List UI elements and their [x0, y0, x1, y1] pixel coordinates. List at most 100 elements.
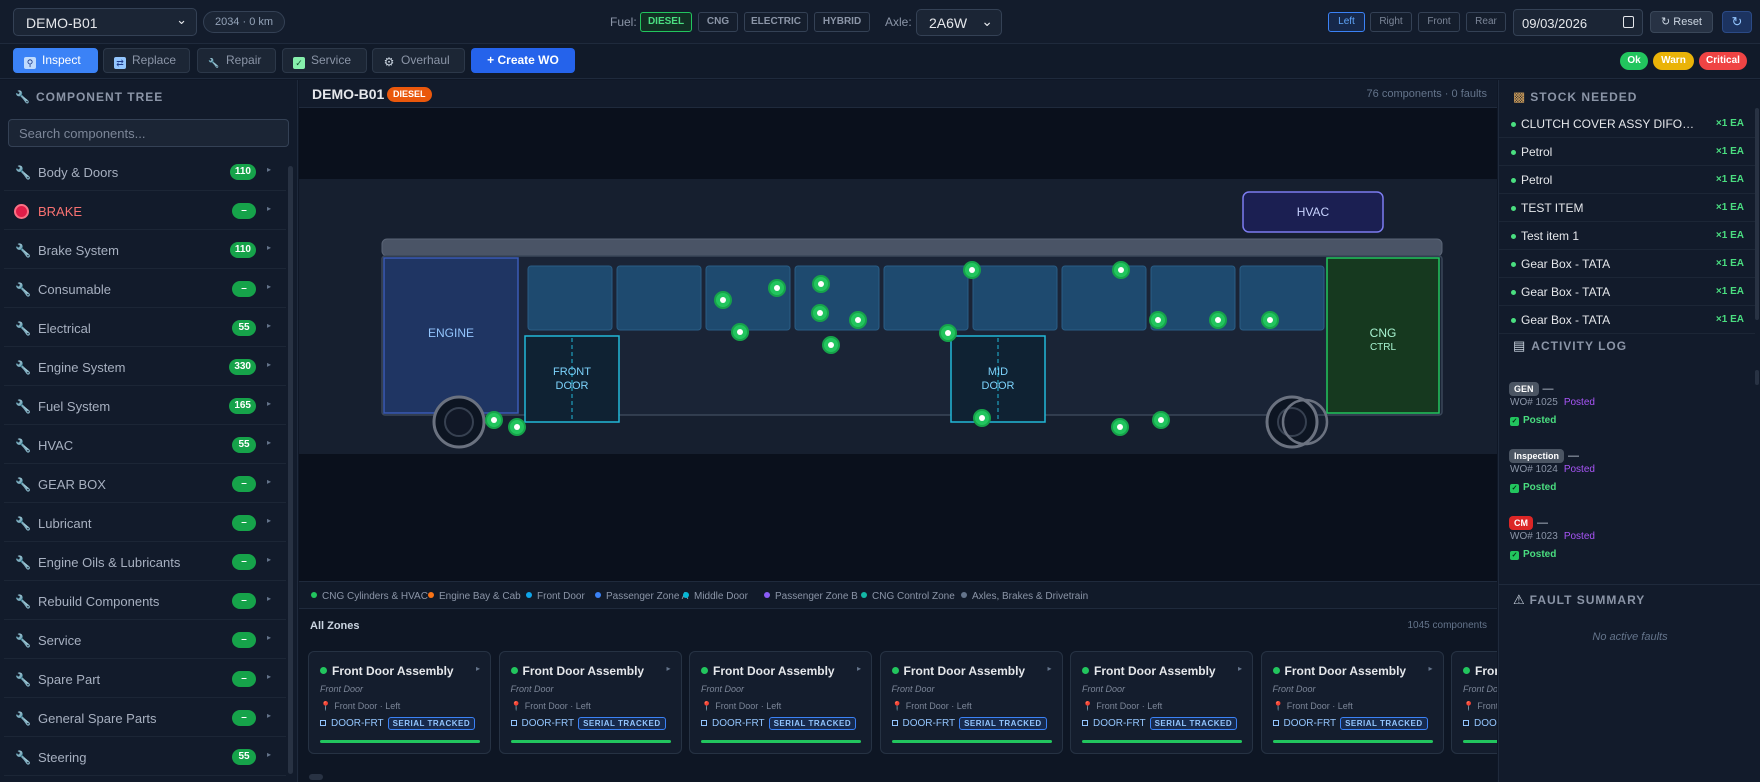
- log-entry[interactable]: Inspection — WO# 1024 Posted ✓ Posted: [1509, 447, 1749, 493]
- search-components-input[interactable]: Search components...: [8, 119, 289, 147]
- stock-item[interactable]: Gear Box - TATA ×1 EA: [1499, 278, 1755, 306]
- chevron-right-icon[interactable]: ▸: [267, 282, 271, 291]
- tree-item[interactable]: 🔧 Service – ▸: [4, 622, 286, 659]
- chevron-right-icon[interactable]: ▸: [267, 165, 271, 174]
- component-card[interactable]: Front Door Assembly▸Front Door📍Front Doo…: [879, 651, 1063, 754]
- side-rear-button[interactable]: Rear: [1466, 12, 1506, 32]
- log-scrollbar[interactable]: [1755, 370, 1759, 385]
- zone-legend-item[interactable]: Middle Door: [683, 591, 748, 602]
- stock-item[interactable]: CLUTCH COVER ASSY DIFORM F... ×1 EA: [1499, 110, 1755, 138]
- component-card[interactable]: Front Door Assembly▸Front Door📍Front Doo…: [1260, 651, 1444, 754]
- sidebar-scrollbar[interactable]: [288, 166, 293, 774]
- card-location-text: Front Door · Left: [905, 701, 972, 711]
- replace-label: Replace: [132, 53, 177, 67]
- log-entry[interactable]: GEN — WO# 1025 Posted ✓ Posted: [1509, 380, 1749, 426]
- tree-item[interactable]: 🔧 Consumable – ▸: [4, 271, 286, 308]
- card-location-text: Front Door · Left: [1477, 701, 1497, 711]
- chevron-right-icon[interactable]: ▸: [267, 711, 271, 720]
- stock-item[interactable]: Gear Box - TATA ×1 EA: [1499, 306, 1755, 334]
- card-location-text: Front Door · Left: [524, 701, 591, 711]
- tree-item[interactable]: 🔧 GEAR BOX – ▸: [4, 466, 286, 503]
- stock-item[interactable]: Petrol ×1 EA: [1499, 138, 1755, 166]
- barcode-icon: [320, 720, 326, 726]
- zone-legend-item[interactable]: Passenger Zone B: [764, 591, 858, 602]
- zone-legend-item[interactable]: Engine Bay & Cab: [428, 591, 521, 602]
- chevron-right-icon[interactable]: ▸: [267, 594, 271, 603]
- chevron-right-icon[interactable]: ▸: [267, 555, 271, 564]
- zone-legend-label: Passenger Zone A: [606, 591, 689, 602]
- card-title: Front Door Assembly: [1475, 664, 1497, 678]
- tree-item[interactable]: 🔧 Engine System 330 ▸: [4, 349, 286, 386]
- component-card[interactable]: Front Door Assembly▸Front Door📍Front Doo…: [1070, 651, 1253, 754]
- date-input[interactable]: 09/03/2026: [1513, 9, 1643, 36]
- check-icon: ✓: [1510, 551, 1519, 560]
- fuel-diesel-button[interactable]: DIESEL: [640, 12, 692, 32]
- cards-scrollbar[interactable]: [309, 774, 323, 780]
- component-tree-header: 🔧 COMPONENT TREE: [15, 89, 163, 104]
- tree-item-label: Engine Oils & Lubricants: [38, 555, 181, 570]
- stock-item[interactable]: Petrol ×1 EA: [1499, 166, 1755, 194]
- side-left-button[interactable]: Left: [1328, 12, 1365, 32]
- tree-item[interactable]: 🔧 Spare Part – ▸: [4, 661, 286, 698]
- fuel-hybrid-button[interactable]: HYBRID: [814, 12, 870, 32]
- fuel-electric-button[interactable]: ELECTRIC: [744, 12, 808, 32]
- chevron-right-icon[interactable]: ▸: [267, 672, 271, 681]
- replace-button[interactable]: ⇄ Replace: [103, 48, 190, 73]
- chevron-right-icon[interactable]: ▸: [267, 204, 271, 213]
- tree-item[interactable]: 🔧 Engine Oils & Lubricants – ▸: [4, 544, 286, 581]
- service-button[interactable]: ✓ Service: [282, 48, 367, 73]
- stock-scrollbar[interactable]: [1755, 108, 1759, 320]
- chevron-right-icon[interactable]: ▸: [267, 750, 271, 759]
- zone-legend-item[interactable]: Axles, Brakes & Drivetrain: [961, 591, 1088, 602]
- fuel-cng-button[interactable]: CNG: [698, 12, 738, 32]
- overhaul-button[interactable]: ⚙ Overhaul: [372, 48, 465, 73]
- axle-select[interactable]: 2A6W ⌄: [916, 9, 1002, 36]
- chevron-right-icon[interactable]: ▸: [267, 399, 271, 408]
- tree-item[interactable]: 🔧 Rebuild Components – ▸: [4, 583, 286, 620]
- reset-button[interactable]: ↻ Reset: [1650, 11, 1713, 33]
- side-right-button[interactable]: Right: [1370, 12, 1412, 32]
- tree-item[interactable]: 🔧 Lubricant – ▸: [4, 505, 286, 542]
- chevron-right-icon[interactable]: ▸: [267, 516, 271, 525]
- repair-button[interactable]: 🔧 Repair: [197, 48, 276, 73]
- side-front-button[interactable]: Front: [1418, 12, 1460, 32]
- component-card[interactable]: Front Door Assembly▸Front Door📍Front Doo…: [308, 651, 491, 754]
- tree-item[interactable]: 🔧 General Spare Parts – ▸: [4, 700, 286, 737]
- create-wo-button[interactable]: + Create WO: [471, 48, 575, 73]
- stock-item[interactable]: Test item 1 ×1 EA: [1499, 222, 1755, 250]
- chevron-right-icon[interactable]: ▸: [267, 243, 271, 252]
- tree-item-count-badge: 110: [229, 242, 256, 258]
- serial-tracked-badge: SERIAL TRACKED: [1340, 717, 1428, 730]
- chevron-right-icon[interactable]: ▸: [267, 360, 271, 369]
- barcode-icon: [701, 720, 707, 726]
- component-card[interactable]: Front Door Assembly▸Front Door📍Front Doo…: [498, 651, 682, 754]
- vehicle-select[interactable]: DEMO-B01 ⌄: [13, 8, 197, 36]
- log-status: ✓ Posted: [1510, 482, 1556, 493]
- component-card[interactable]: Front Door Assembly▸Front Door📍Front Doo…: [689, 651, 872, 754]
- tree-item[interactable]: 🔧 HVAC 55 ▸: [4, 427, 286, 464]
- chevron-right-icon[interactable]: ▸: [267, 633, 271, 642]
- card-code: DOOR-FRTSERIAL TRACKED: [701, 717, 857, 730]
- tree-item[interactable]: 🔧 Steering 55 ▸: [4, 739, 286, 776]
- inspect-button[interactable]: ⚲ Inspect: [13, 48, 98, 73]
- refresh-icon[interactable]: ↻: [1722, 11, 1752, 33]
- chevron-right-icon[interactable]: ▸: [267, 438, 271, 447]
- fuel-type-badge: DIESEL: [387, 87, 432, 102]
- chevron-right-icon[interactable]: ▸: [267, 321, 271, 330]
- zone-legend-item[interactable]: CNG Control Zone: [861, 591, 955, 602]
- stock-item[interactable]: TEST ITEM ×1 EA: [1499, 194, 1755, 222]
- chevron-right-icon[interactable]: ▸: [267, 477, 271, 486]
- tree-item[interactable]: 🔧 Fuel System 165 ▸: [4, 388, 286, 425]
- tree-item[interactable]: 🔧 Body & Doors 110 ▸: [4, 154, 286, 191]
- component-card[interactable]: Front Door Assembly▸Front Door📍Front Doo…: [1451, 651, 1497, 754]
- zone-legend-item[interactable]: Front Door: [526, 591, 585, 602]
- stock-item[interactable]: Gear Box - TATA ×1 EA: [1499, 250, 1755, 278]
- warning-icon: ⚠: [1513, 592, 1525, 607]
- tree-item[interactable]: 🔧 Electrical 55 ▸: [4, 310, 286, 347]
- tree-item[interactable]: 🔧 Brake System 110 ▸: [4, 232, 286, 269]
- zone-legend-item[interactable]: Passenger Zone A: [595, 591, 688, 602]
- tree-item[interactable]: BRAKE – ▸: [4, 193, 286, 230]
- zone-legend-item[interactable]: CNG Cylinders & HVAC: [311, 591, 428, 602]
- log-entry[interactable]: CM — WO# 1023 Posted ✓ Posted: [1509, 514, 1749, 560]
- tree-item-label: BRAKE: [38, 204, 83, 219]
